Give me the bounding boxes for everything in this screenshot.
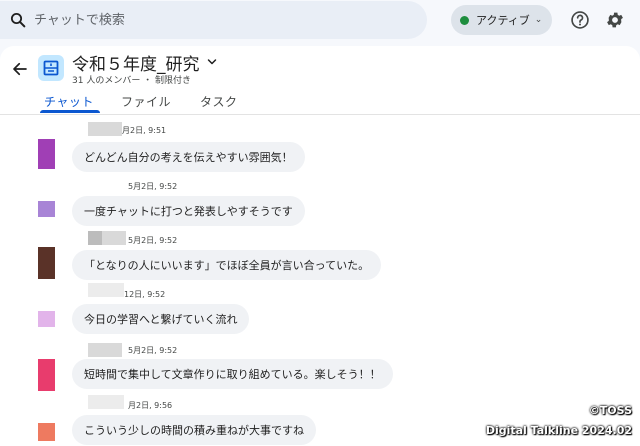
- chevron-down-icon: [207, 59, 216, 65]
- avatar: [38, 359, 55, 391]
- sender-name-blurred: [88, 395, 124, 409]
- message-timestamp: 月2日, 9:51: [122, 126, 167, 135]
- space-grid-icon: [43, 60, 59, 76]
- message-bubble: 一度チャットに打つと発表しやすそうです: [72, 196, 305, 226]
- brand-watermark: Digital Talkline 2024.02: [485, 424, 632, 437]
- avatar: [38, 423, 55, 441]
- avatar: [38, 311, 55, 327]
- message-timestamp: 5月2日, 9:52: [128, 236, 178, 245]
- message-timestamp: 12日, 9:52: [124, 290, 166, 299]
- status-dropdown[interactable]: アクティブ ⌄: [451, 5, 552, 35]
- message-bubble: こういう少しの時間の積み重ねが大事ですね: [72, 415, 316, 445]
- message-list[interactable]: 月2日, 9:51 どんどん自分の考えを伝えやすい雰囲気！ 5月2日, 9:52…: [0, 115, 640, 446]
- top-bar: アクティブ ⌄: [0, 0, 640, 42]
- avatar: [38, 201, 55, 217]
- status-dot-icon: [460, 15, 469, 25]
- sender-name-blurred: [102, 231, 126, 245]
- sender-name-blurred: [88, 122, 122, 136]
- search-bar[interactable]: [0, 1, 427, 39]
- tab-tasks[interactable]: タスク: [200, 93, 238, 110]
- avatar: [38, 139, 55, 169]
- status-label: アクティブ: [476, 14, 530, 27]
- active-tab-indicator: [40, 110, 100, 113]
- message-bubble: どんどん自分の考えを伝えやすい雰囲気！: [72, 142, 305, 172]
- sender-name-blurred: [88, 283, 124, 297]
- space-avatar: [38, 55, 64, 81]
- message-timestamp: 月2日, 9:56: [128, 401, 173, 410]
- copyright-watermark: ©TOSS: [588, 404, 632, 417]
- avatar: [38, 247, 55, 279]
- sender-name-blurred: [88, 343, 122, 357]
- tab-files[interactable]: ファイル: [121, 93, 171, 110]
- message-timestamp: 5月2日, 9:52: [128, 346, 178, 355]
- tab-chat[interactable]: チャット: [44, 93, 94, 110]
- message-bubble: 今日の学習へと繋げていく流れ: [72, 304, 250, 334]
- space-title-button[interactable]: 令和５年度_研究: [72, 50, 218, 75]
- sender-name-blurred: [88, 231, 102, 245]
- message-timestamp: 5月2日, 9:52: [128, 182, 178, 191]
- chevron-down-icon: ⌄: [534, 15, 543, 25]
- help-icon[interactable]: [570, 10, 590, 30]
- back-arrow-icon[interactable]: [11, 60, 29, 78]
- space-panel: 令和５年度_研究 31 人のメンバー ・ 制限付き チャット ファイル タスク …: [0, 46, 640, 446]
- gear-icon[interactable]: [605, 10, 625, 30]
- search-input[interactable]: [34, 8, 414, 32]
- space-subtitle: 31 人のメンバー ・ 制限付き: [72, 76, 192, 86]
- message-bubble: 「となりの人にいいます」でほぼ全員が言い合っていた。: [72, 250, 382, 280]
- page-title: 令和５年度_研究: [72, 54, 200, 75]
- message-bubble: 短時間で集中して文章作りに取り組めている。楽しそう！！: [72, 359, 393, 389]
- search-icon: [10, 12, 26, 28]
